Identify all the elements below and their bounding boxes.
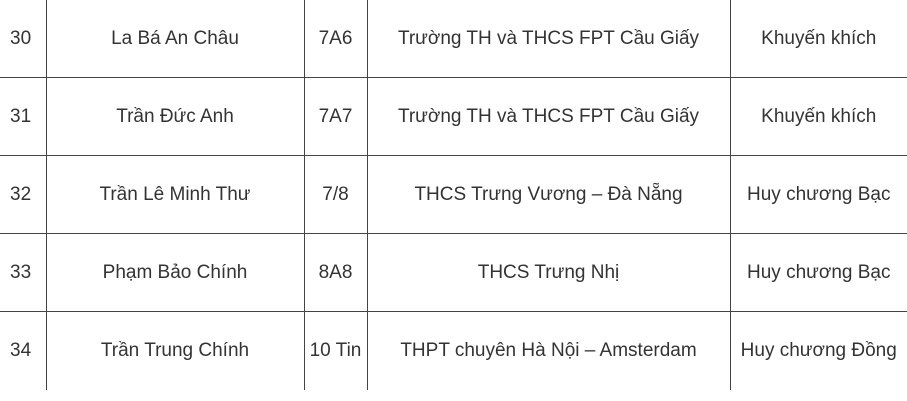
table-row: 32 Trần Lê Minh Thư 7/8 THCS Trưng Vương… xyxy=(0,155,907,234)
award: Huy chương Bạc xyxy=(729,155,907,234)
award: Khuyến khích xyxy=(729,77,907,156)
school-name: THCS Trưng Vương – Đà Nẵng xyxy=(366,155,731,234)
school-name: Trường TH và THCS FPT Cầu Giấy xyxy=(366,77,731,156)
results-table: 30 La Bá An Châu 7A6 Trường TH và THCS F… xyxy=(0,0,907,390)
student-class: 10 Tin xyxy=(303,311,368,390)
row-number: 34 xyxy=(0,311,47,390)
table-row: 33 Phạm Bảo Chính 8A8 THCS Trưng Nhị Huy… xyxy=(0,233,907,312)
table-row: 34 Trần Trung Chính 10 Tin THPT chuyên H… xyxy=(0,311,907,390)
row-number: 32 xyxy=(0,155,47,234)
row-number: 31 xyxy=(0,77,47,156)
student-name: Phạm Bảo Chính xyxy=(45,233,305,312)
student-class: 7A7 xyxy=(303,77,368,156)
award: Huy chương Đồng xyxy=(729,311,907,390)
row-number: 33 xyxy=(0,233,47,312)
student-class: 8A8 xyxy=(303,233,368,312)
student-class: 7/8 xyxy=(303,155,368,234)
table-row: 31 Trần Đức Anh 7A7 Trường TH và THCS FP… xyxy=(0,77,907,156)
award: Huy chương Bạc xyxy=(729,233,907,312)
student-name: La Bá An Châu xyxy=(45,0,305,78)
school-name: THCS Trưng Nhị xyxy=(366,233,731,312)
row-number: 30 xyxy=(0,0,47,78)
student-name: Trần Lê Minh Thư xyxy=(45,155,305,234)
student-class: 7A6 xyxy=(303,0,368,78)
table-row: 30 La Bá An Châu 7A6 Trường TH và THCS F… xyxy=(0,0,907,78)
student-name: Trần Đức Anh xyxy=(45,77,305,156)
school-name: THPT chuyên Hà Nội – Amsterdam xyxy=(366,311,731,390)
student-name: Trần Trung Chính xyxy=(45,311,305,390)
award: Khuyến khích xyxy=(729,0,907,78)
school-name: Trường TH và THCS FPT Cầu Giấy xyxy=(366,0,731,78)
